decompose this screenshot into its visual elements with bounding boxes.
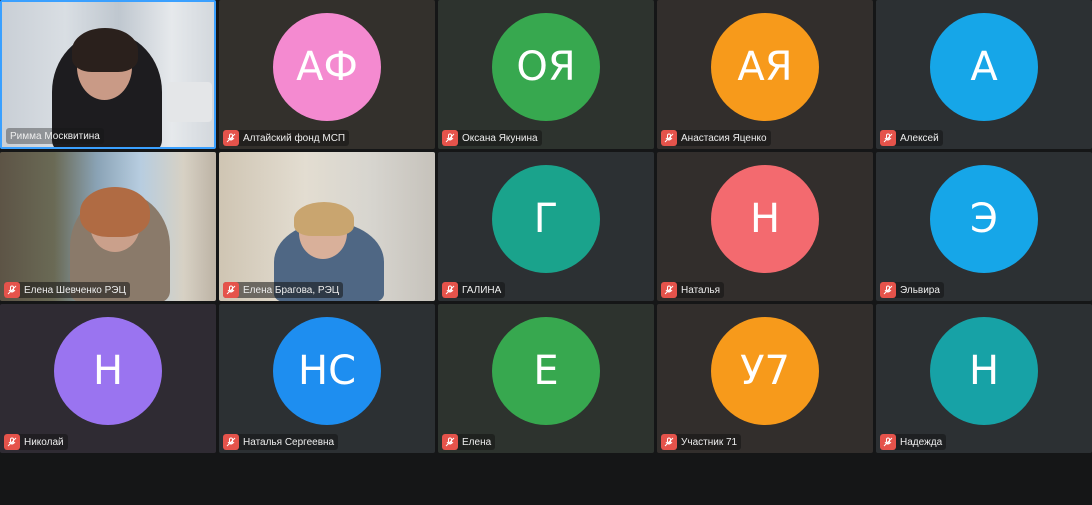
participant-nameplate: Римма Москвитина bbox=[6, 128, 104, 144]
participant-name: Наталья bbox=[681, 284, 721, 296]
avatar: А bbox=[930, 12, 1038, 121]
participant-nameplate: Наталья Сергеевна bbox=[223, 434, 339, 450]
participant-name: Эльвира bbox=[900, 284, 940, 296]
participant-nameplate: Наталья bbox=[661, 282, 725, 298]
participant-tile[interactable]: Н Николай bbox=[0, 304, 216, 453]
avatar: Н bbox=[54, 316, 162, 425]
participant-tile[interactable]: НС Наталья Сергеевна bbox=[219, 304, 435, 453]
participant-name: Оксана Якунина bbox=[462, 132, 538, 144]
participant-grid: Римма Москвитина АФ Алтайский фонд МСП О… bbox=[0, 0, 1092, 455]
avatar: ОЯ bbox=[492, 12, 600, 121]
participant-nameplate: Надежда bbox=[880, 434, 947, 450]
participant-nameplate: Алексей bbox=[880, 130, 943, 146]
participant-nameplate: Елена bbox=[442, 434, 496, 450]
participant-nameplate: Елена Шевченко РЭЦ bbox=[4, 282, 130, 298]
participant-tile[interactable]: Н Надежда bbox=[876, 304, 1092, 453]
mic-off-icon bbox=[223, 130, 239, 146]
participant-tile[interactable]: Э Эльвира bbox=[876, 152, 1092, 301]
participant-nameplate: ГАЛИНА bbox=[442, 282, 506, 298]
mic-off-icon bbox=[442, 434, 458, 450]
participant-name: Анастасия Яценко bbox=[681, 132, 767, 144]
mic-off-icon bbox=[661, 434, 677, 450]
mic-off-icon bbox=[661, 282, 677, 298]
avatar: Э bbox=[930, 164, 1038, 273]
participant-nameplate: Николай bbox=[4, 434, 68, 450]
participant-nameplate: Эльвира bbox=[880, 282, 944, 298]
participant-name: Алексей bbox=[900, 132, 939, 144]
participant-name: Наталья Сергеевна bbox=[243, 436, 335, 448]
participant-tile[interactable]: Г ГАЛИНА bbox=[438, 152, 654, 301]
mic-off-icon bbox=[223, 282, 239, 298]
mic-off-icon bbox=[661, 130, 677, 146]
participant-tile[interactable]: ОЯ Оксана Якунина bbox=[438, 0, 654, 149]
video-printer bbox=[167, 82, 212, 122]
participant-name: Участник 71 bbox=[681, 436, 738, 448]
participant-tile-video[interactable]: Елена Шевченко РЭЦ bbox=[0, 152, 216, 301]
video-hair bbox=[80, 187, 150, 237]
mic-off-icon bbox=[442, 130, 458, 146]
avatar: НС bbox=[273, 316, 381, 425]
video-feed bbox=[219, 152, 435, 301]
mic-off-icon bbox=[880, 434, 896, 450]
participant-nameplate: Анастасия Яценко bbox=[661, 130, 771, 146]
video-hair bbox=[294, 202, 354, 236]
participant-name: Елена Брагова, РЭЦ bbox=[243, 284, 340, 296]
participant-nameplate: Оксана Якунина bbox=[442, 130, 542, 146]
participant-tile-video[interactable]: Елена Брагова, РЭЦ bbox=[219, 152, 435, 301]
video-feed bbox=[2, 2, 214, 147]
participant-name: ГАЛИНА bbox=[462, 284, 502, 296]
participant-name: Римма Москвитина bbox=[10, 130, 100, 142]
participant-tile[interactable]: АФ Алтайский фонд МСП bbox=[219, 0, 435, 149]
mic-off-icon bbox=[880, 130, 896, 146]
participant-tile[interactable]: АЯ Анастасия Яценко bbox=[657, 0, 873, 149]
avatar: Н bbox=[930, 316, 1038, 425]
participant-tile[interactable]: У7 Участник 71 bbox=[657, 304, 873, 453]
participant-nameplate: Алтайский фонд МСП bbox=[223, 130, 350, 146]
video-feed bbox=[0, 152, 216, 301]
participant-nameplate: Участник 71 bbox=[661, 434, 742, 450]
avatar: АФ bbox=[273, 12, 381, 121]
participant-name: Надежда bbox=[900, 436, 943, 448]
participant-name: Николай bbox=[24, 436, 64, 448]
avatar: Н bbox=[711, 164, 819, 273]
avatar: У7 bbox=[711, 316, 819, 425]
participant-tile[interactable]: Н Наталья bbox=[657, 152, 873, 301]
participant-name: Алтайский фонд МСП bbox=[243, 132, 346, 144]
video-hair bbox=[72, 28, 138, 72]
mic-off-icon bbox=[4, 434, 20, 450]
mic-off-icon bbox=[223, 434, 239, 450]
participant-tile[interactable]: Е Елена bbox=[438, 304, 654, 453]
participant-tile[interactable]: А Алексей bbox=[876, 0, 1092, 149]
mic-off-icon bbox=[4, 282, 20, 298]
avatar: Г bbox=[492, 164, 600, 273]
avatar: АЯ bbox=[711, 12, 819, 121]
participant-name: Елена Шевченко РЭЦ bbox=[24, 284, 126, 296]
participant-tile-video[interactable]: Римма Москвитина bbox=[0, 0, 216, 149]
mic-off-icon bbox=[442, 282, 458, 298]
avatar: Е bbox=[492, 316, 600, 425]
participant-name: Елена bbox=[462, 436, 492, 448]
participant-nameplate: Елена Брагова, РЭЦ bbox=[223, 282, 344, 298]
mic-off-icon bbox=[880, 282, 896, 298]
